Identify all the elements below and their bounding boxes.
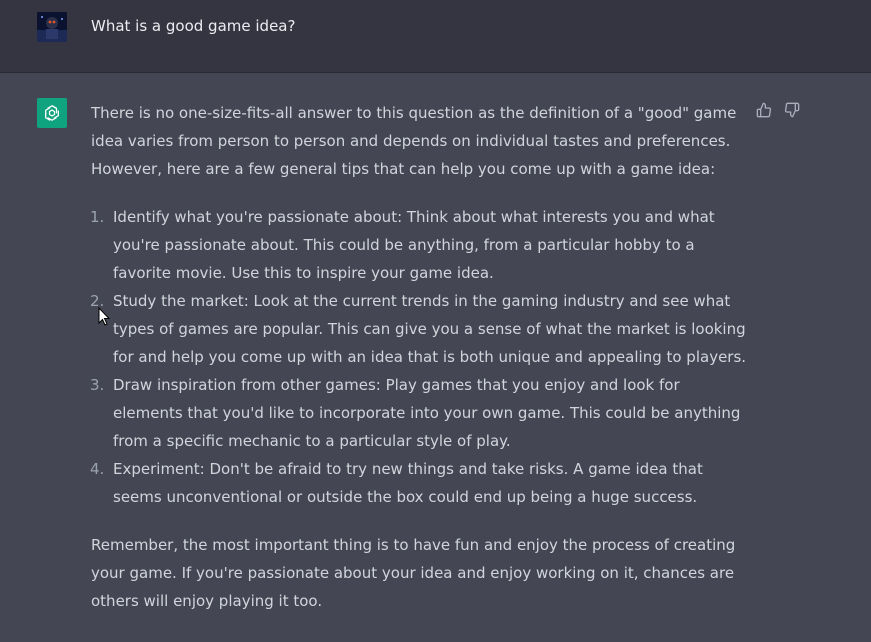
user-message: What is a good game idea? (91, 17, 296, 35)
assistant-message-row: There is no one-size-fits-all answer to … (0, 73, 871, 642)
intro-paragraph: There is no one-size-fits-all answer to … (91, 99, 751, 183)
list-number: 3. (90, 376, 105, 394)
closing-paragraph: Remember, the most important thing is to… (91, 531, 751, 615)
list-item: 2. Study the market: Look at the current… (90, 287, 751, 371)
list-item-line: favorite movie. Use this to inspire your… (113, 264, 494, 282)
closing-line: your game. If you're passionate about yo… (91, 564, 735, 582)
list-item-line: Experiment: Don't be afraid to try new t… (113, 460, 703, 478)
tips-list: 1. Identify what you're passionate about… (90, 203, 751, 511)
list-item-line: from a specific mechanic to a particular… (113, 432, 511, 450)
assistant-answer: There is no one-size-fits-all answer to … (90, 99, 751, 615)
thumbs-up-button[interactable] (756, 102, 772, 118)
list-item: 4. Experiment: Don't be afraid to try ne… (90, 455, 751, 511)
list-item: 1. Identify what you're passionate about… (90, 203, 751, 287)
list-number: 4. (90, 460, 105, 478)
intro-line: idea varies from person to person and de… (91, 132, 731, 150)
thumbs-up-icon (756, 102, 772, 118)
list-item: 3. Draw inspiration from other games: Pl… (90, 371, 751, 455)
intro-line: However, here are a few general tips tha… (91, 160, 716, 178)
closing-line: others will enjoy playing it too. (91, 592, 323, 610)
list-item-line: Draw inspiration from other games: Play … (113, 376, 680, 394)
closing-line: Remember, the most important thing is to… (91, 536, 736, 554)
list-item-line: types of games are popular. This can giv… (113, 320, 746, 338)
list-item-line: Study the market: Look at the current tr… (113, 292, 731, 310)
user-avatar (37, 12, 67, 42)
list-item-line: seems unconventional or outside the box … (113, 488, 698, 506)
user-avatar-image (37, 12, 67, 42)
list-number: 2. (90, 292, 105, 310)
list-number: 1. (90, 208, 105, 226)
list-item-line: Identify what you're passionate about: T… (113, 208, 715, 226)
list-item-line: elements that you'd like to incorporate … (113, 404, 741, 422)
list-item-line: for and help you come up with an idea th… (113, 348, 747, 366)
thumbs-down-icon (784, 102, 800, 118)
thumbs-down-button[interactable] (784, 102, 800, 118)
openai-logo-icon (37, 98, 67, 128)
user-message-row: What is a good game idea? (0, 0, 871, 73)
intro-line: There is no one-size-fits-all answer to … (91, 104, 737, 122)
list-item-line: you're passionate about. This could be a… (113, 236, 695, 254)
